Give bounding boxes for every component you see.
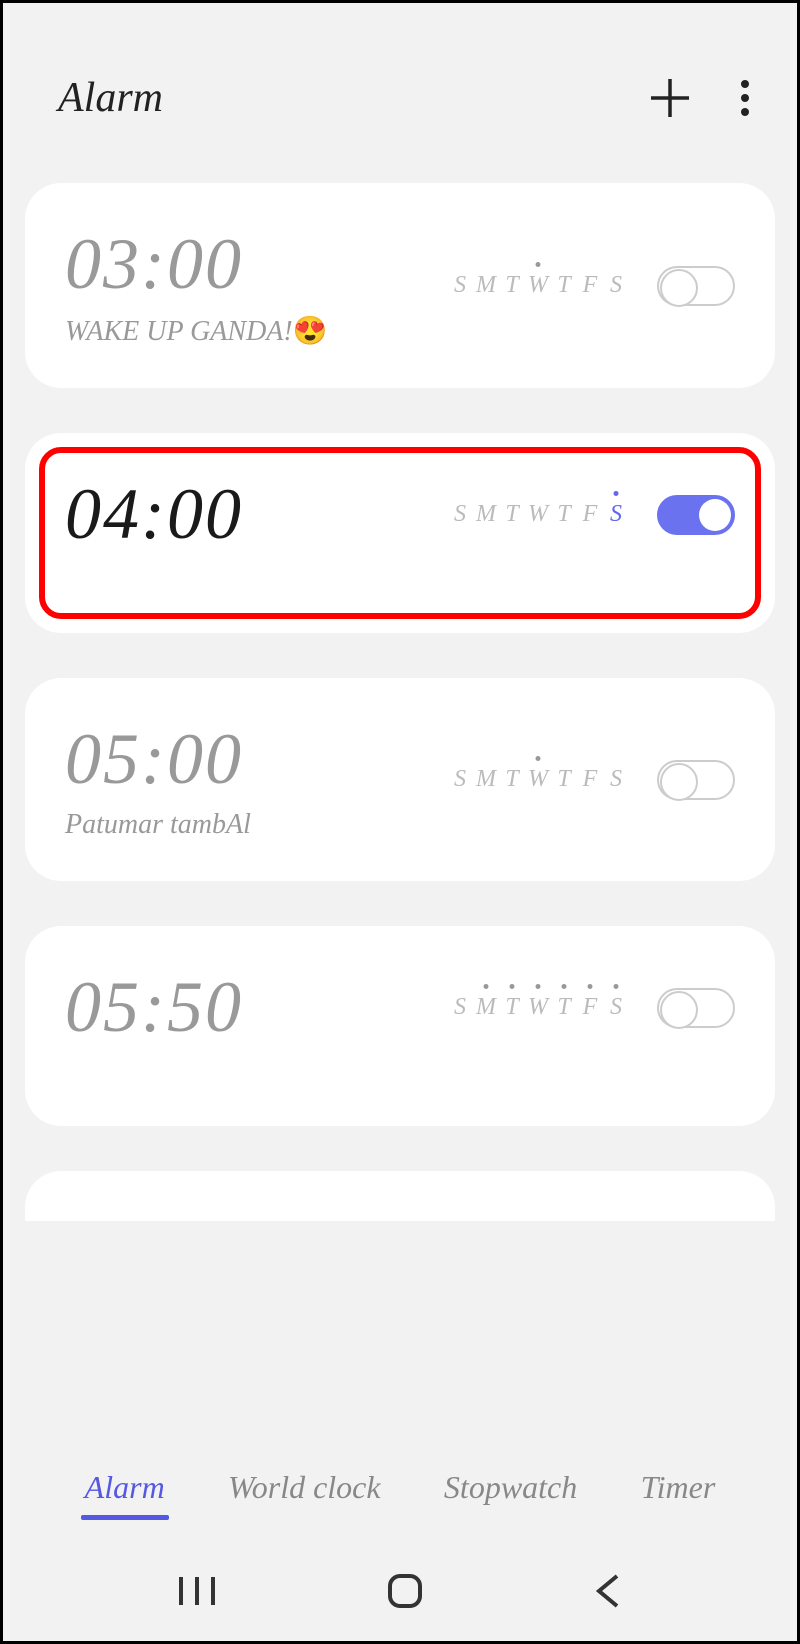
alarm-toggle[interactable] xyxy=(657,760,735,800)
day-indicator: W xyxy=(527,272,549,299)
day-indicator: M xyxy=(475,994,497,1021)
alarm-toggle[interactable] xyxy=(657,988,735,1028)
alarm-right: SMTWTFS xyxy=(449,495,735,535)
alarm-label: WAKE UP GANDA!😍 xyxy=(65,314,328,348)
alarm-toggle[interactable] xyxy=(657,495,735,535)
tab-stopwatch[interactable]: Stopwatch xyxy=(440,1459,581,1516)
days-row: SMTWTFS xyxy=(449,994,627,1021)
day-indicator: T xyxy=(501,272,523,299)
emoji-icon: 😍 xyxy=(293,315,328,346)
alarm-row: 04:00SMTWTFS xyxy=(65,473,735,556)
alarm-left: 05:50 xyxy=(65,966,243,1049)
day-indicator: S xyxy=(449,766,471,793)
day-indicator: T xyxy=(553,994,575,1021)
day-indicator: S xyxy=(605,272,627,299)
alarm-card[interactable]: 05:00Patumar tambAlSMTWTFS xyxy=(25,678,775,881)
alarm-left: 05:00 Patumar tambAl xyxy=(65,718,251,841)
more-options-button[interactable] xyxy=(738,75,752,121)
page-title: Alarm xyxy=(58,74,163,122)
day-indicator: S xyxy=(605,994,627,1021)
tab-alarm[interactable]: Alarm xyxy=(81,1459,169,1516)
day-indicator: T xyxy=(553,272,575,299)
alarm-list: 03:00WAKE UP GANDA!😍SMTWTFS04:00SMTWTFS0… xyxy=(3,183,797,1126)
alarm-right: SMTWTFS xyxy=(449,266,735,306)
day-indicator: T xyxy=(501,994,523,1021)
add-alarm-button[interactable] xyxy=(647,75,693,121)
day-indicator: W xyxy=(527,766,549,793)
alarm-right: SMTWTFS xyxy=(449,760,735,800)
tab-world-clock[interactable]: World clock xyxy=(224,1459,385,1516)
day-indicator: M xyxy=(475,272,497,299)
bottom-tabs: Alarm World clock Stopwatch Timer xyxy=(3,1459,797,1516)
home-button[interactable] xyxy=(386,1572,424,1610)
day-indicator: S xyxy=(605,501,627,528)
app-header: Alarm xyxy=(3,3,797,183)
recents-button[interactable] xyxy=(177,1573,217,1609)
day-indicator: M xyxy=(475,501,497,528)
alarm-right: SMTWTFS xyxy=(449,988,735,1028)
days-row: SMTWTFS xyxy=(449,766,627,793)
day-indicator: F xyxy=(579,766,601,793)
alarm-card[interactable]: 05:50SMTWTFS xyxy=(25,926,775,1126)
day-indicator: S xyxy=(605,766,627,793)
alarm-row: 03:00WAKE UP GANDA!😍SMTWTFS xyxy=(65,223,735,348)
tab-timer[interactable]: Timer xyxy=(637,1459,720,1516)
day-indicator: F xyxy=(579,501,601,528)
day-indicator: W xyxy=(527,501,549,528)
days-row: SMTWTFS xyxy=(449,272,627,299)
alarm-card[interactable]: 04:00SMTWTFS xyxy=(25,433,775,633)
day-indicator: T xyxy=(501,766,523,793)
alarm-label: Patumar tambAl xyxy=(65,809,251,841)
alarm-toggle[interactable] xyxy=(657,266,735,306)
alarm-time: 04:00 xyxy=(65,473,243,556)
system-nav-bar xyxy=(3,1541,797,1641)
alarm-time: 05:00 xyxy=(65,718,251,801)
day-indicator: T xyxy=(553,766,575,793)
peek-card[interactable] xyxy=(25,1171,775,1221)
day-indicator: T xyxy=(501,501,523,528)
alarm-left: 04:00 xyxy=(65,473,243,556)
day-indicator: F xyxy=(579,272,601,299)
day-indicator: S xyxy=(449,272,471,299)
back-button[interactable] xyxy=(593,1572,623,1610)
day-indicator: F xyxy=(579,994,601,1021)
alarm-card[interactable]: 03:00WAKE UP GANDA!😍SMTWTFS xyxy=(25,183,775,388)
alarm-left: 03:00 WAKE UP GANDA!😍 xyxy=(65,223,328,348)
days-row: SMTWTFS xyxy=(449,501,627,528)
day-indicator: W xyxy=(527,994,549,1021)
alarm-time: 05:50 xyxy=(65,966,243,1049)
alarm-row: 05:50SMTWTFS xyxy=(65,966,735,1049)
header-actions xyxy=(647,75,752,121)
day-indicator: S xyxy=(449,501,471,528)
alarm-row: 05:00Patumar tambAlSMTWTFS xyxy=(65,718,735,841)
day-indicator: M xyxy=(475,766,497,793)
day-indicator: S xyxy=(449,994,471,1021)
day-indicator: T xyxy=(553,501,575,528)
alarm-time: 03:00 xyxy=(65,223,328,306)
